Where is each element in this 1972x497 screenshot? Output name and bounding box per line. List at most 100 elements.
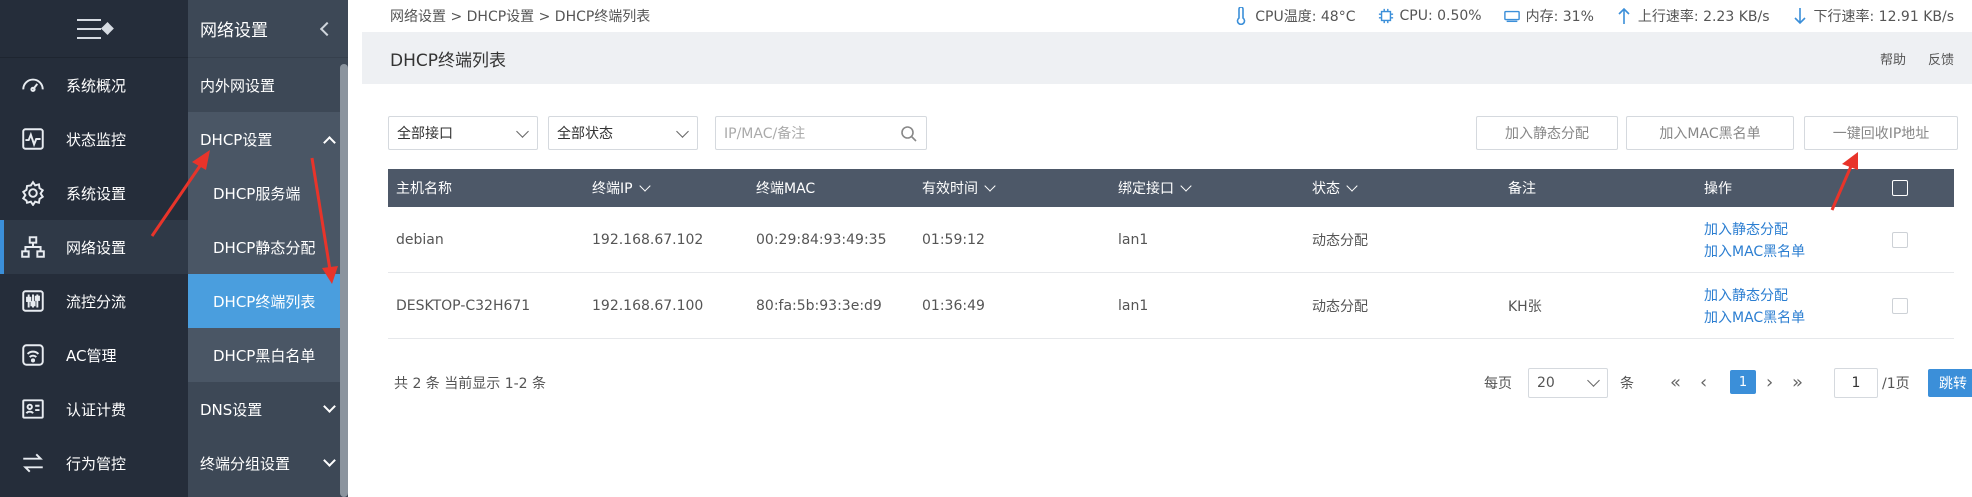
header-status[interactable]: 状态: [1312, 178, 1358, 198]
total-pages: /1页: [1882, 376, 1910, 392]
breadcrumb: 网络设置 > DHCP设置 > DHCP终端列表: [390, 9, 651, 25]
interface-select[interactable]: 全部接口: [388, 116, 538, 150]
subnav-header: 网络设置: [188, 0, 348, 58]
cell-iface: lan1: [1118, 231, 1149, 248]
sidebar-item-overview[interactable]: 系统概况: [0, 58, 188, 112]
go-button[interactable]: 跳转: [1928, 369, 1972, 397]
feedback-link[interactable]: 反馈: [1928, 49, 1954, 68]
table-row: DESKTOP-C32H671 192.168.67.100 80:fa:5b:…: [388, 273, 1954, 339]
sidebar-item-monitor[interactable]: 状态监控: [0, 112, 188, 166]
status-select[interactable]: 全部状态: [548, 116, 698, 150]
op-add-blacklist-link[interactable]: 加入MAC黑名单: [1704, 307, 1805, 327]
cell-status: 动态分配: [1312, 298, 1368, 315]
cell-host: DESKTOP-C32H671: [396, 297, 531, 314]
sidebar-item-network[interactable]: 网络设置: [0, 220, 188, 274]
gear-icon: [18, 179, 48, 207]
subnav-title: 网络设置: [200, 21, 268, 41]
sidebar-item-behavior[interactable]: 行为管控: [0, 436, 188, 490]
network-icon: [18, 233, 48, 261]
add-static-button[interactable]: 加入静态分配: [1476, 116, 1618, 150]
reclaim-ip-button[interactable]: 一键回收IP地址: [1804, 116, 1958, 150]
cell-ip: 192.168.67.102: [592, 231, 704, 248]
top-bar: 网络设置 > DHCP设置 > DHCP终端列表 CPU温度: 48°C CPU…: [362, 0, 1972, 32]
header-iface[interactable]: 绑定接口: [1118, 178, 1192, 198]
subnav-scrollbar[interactable]: [340, 64, 348, 497]
prev-page-icon[interactable]: ‹: [1700, 374, 1707, 392]
header-ttl[interactable]: 有效时间: [922, 178, 996, 198]
cell-ip: 192.168.67.100: [592, 297, 704, 314]
collapse-menu-icon[interactable]: [77, 18, 114, 39]
cell-note: KH张: [1508, 298, 1542, 315]
subnav-item-lan-wan[interactable]: 内外网设置: [188, 58, 348, 112]
sidebar-item-ac[interactable]: AC管理: [0, 328, 188, 382]
per-page-unit: 条: [1620, 376, 1634, 392]
sidebar-item-label: 流控分流: [66, 292, 127, 311]
header-host[interactable]: 主机名称: [396, 178, 452, 198]
header-mac[interactable]: 终端MAC: [756, 178, 815, 198]
table-row: debian 192.168.67.102 00:29:84:93:49:35 …: [388, 207, 1954, 273]
collapse-subnav-icon[interactable]: [319, 21, 335, 36]
sidebar-item-flow[interactable]: 流控分流: [0, 274, 188, 328]
row-checkbox[interactable]: [1892, 297, 1908, 314]
op-add-blacklist-link[interactable]: 加入MAC黑名单: [1704, 241, 1805, 261]
pager-summary: 共 2 条 当前显示 1-2 条: [394, 376, 547, 392]
search-input[interactable]: IP/MAC/备注: [715, 116, 927, 150]
next-page-icon[interactable]: ›: [1766, 374, 1773, 392]
header-ip[interactable]: 终端IP: [592, 178, 651, 198]
subnav-item-dns[interactable]: DNS设置: [188, 382, 348, 436]
id-card-icon: [18, 395, 48, 423]
subnav-child-dhcp-server[interactable]: DHCP服务端: [188, 166, 348, 220]
wifi-icon: [18, 341, 48, 369]
chevron-up-icon: [323, 135, 336, 149]
op-add-static-link[interactable]: 加入静态分配: [1704, 219, 1805, 239]
search-icon[interactable]: [900, 125, 918, 143]
download-stat: 下行速率: 12.91 KB/s: [1792, 6, 1954, 26]
thermometer-icon: [1236, 7, 1246, 25]
chevron-down-icon: [323, 399, 336, 413]
memory-stat: 内存: 31%: [1503, 6, 1594, 26]
sidebar-item-label: 行为管控: [66, 454, 127, 473]
subnav-item-groups[interactable]: 终端分组设置: [188, 436, 348, 490]
sidebar-item-label: 状态监控: [66, 130, 127, 149]
main-content: 网络设置 > DHCP设置 > DHCP终端列表 CPU温度: 48°C CPU…: [362, 0, 1972, 497]
subnav-child-dhcp-blackwhite[interactable]: DHCP黑白名单: [188, 328, 348, 382]
current-page[interactable]: 1: [1730, 370, 1756, 394]
cell-status: 动态分配: [1312, 232, 1368, 249]
row-checkbox[interactable]: [1892, 231, 1908, 248]
op-add-static-link[interactable]: 加入静态分配: [1704, 285, 1805, 305]
chevron-down-icon: [676, 125, 689, 138]
sidebar-item-system[interactable]: 系统设置: [0, 166, 188, 220]
sidebar-item-auth[interactable]: 认证计费: [0, 382, 188, 436]
arrow-down-icon: [1793, 8, 1806, 25]
chevron-down-icon: [516, 125, 529, 138]
sub-navigation: 网络设置 内外网设置 DHCP设置 DHCP服务端 DHCP静态分配 DHCP终…: [188, 0, 348, 497]
subnav-item-dhcp[interactable]: DHCP设置: [188, 112, 348, 166]
page-number-input[interactable]: 1: [1834, 368, 1878, 398]
first-page-icon[interactable]: «: [1670, 374, 1681, 392]
system-stats: CPU温度: 48°C CPU: 0.50% 内存: 31% 上行速率: 2.2…: [1233, 6, 1972, 26]
table-header: 主机名称 终端IP 终端MAC 有效时间 绑定接口 状态 备注 操作: [388, 169, 1954, 207]
sidebar-header: [0, 0, 188, 58]
select-all-checkbox[interactable]: [1892, 180, 1908, 196]
cell-ttl: 01:59:12: [922, 231, 985, 248]
filter-toolbar: 全部接口 全部状态 IP/MAC/备注 加入静态分配 加入MAC黑名单 一键回收…: [388, 116, 1958, 150]
per-page-select[interactable]: 20: [1528, 368, 1608, 398]
cpu-stat: CPU: 0.50%: [1378, 7, 1482, 25]
help-link[interactable]: 帮助: [1880, 49, 1906, 68]
cell-ops: 加入静态分配 加入MAC黑名单: [1704, 219, 1805, 261]
cell-host: debian: [396, 231, 444, 248]
sidebar-item-label: 系统概况: [66, 76, 127, 95]
sort-icon: [984, 180, 996, 192]
main-sidebar: 系统概况 状态监控 系统设置 网络设置 流控分流 AC管理 认证计费 行为管控: [0, 0, 188, 497]
last-page-icon[interactable]: »: [1792, 374, 1803, 392]
add-mac-blacklist-button[interactable]: 加入MAC黑名单: [1626, 116, 1794, 150]
memory-icon: [1503, 10, 1520, 23]
cell-mac: 80:fa:5b:93:3e:d9: [756, 297, 882, 314]
sort-icon: [1180, 180, 1192, 192]
sliders-icon: [18, 287, 48, 315]
cell-ttl: 01:36:49: [922, 297, 985, 314]
subnav-child-dhcp-clients[interactable]: DHCP终端列表: [188, 274, 348, 328]
subnav-child-dhcp-static[interactable]: DHCP静态分配: [188, 220, 348, 274]
sort-icon: [638, 180, 651, 192]
header-ops: 操作: [1704, 181, 1732, 197]
